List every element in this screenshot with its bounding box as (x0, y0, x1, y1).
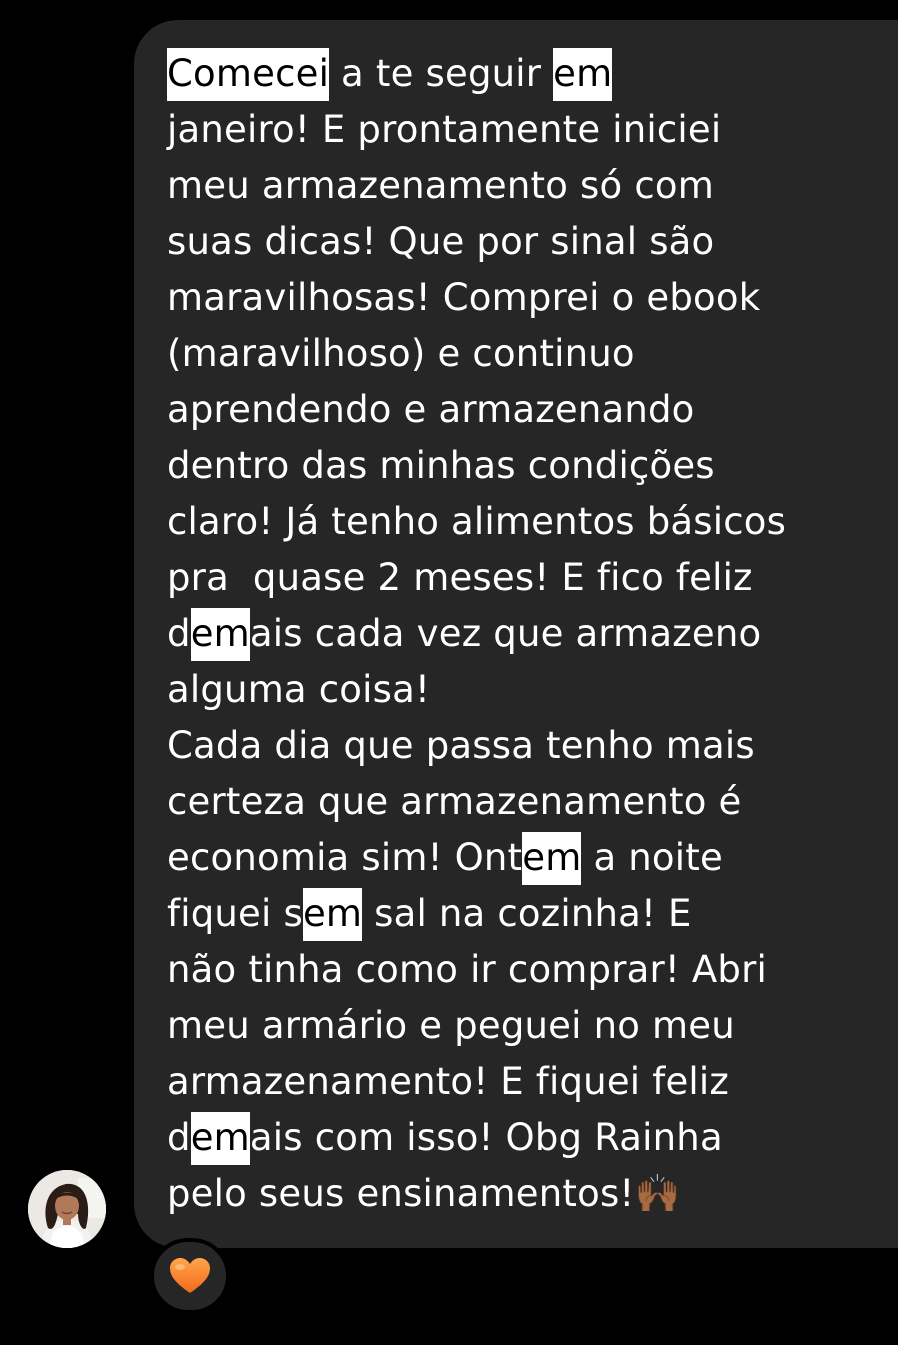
text-segment: aprendendo e armazenando (167, 388, 695, 431)
text-segment: fiquei s (167, 892, 303, 935)
text-segment: pra quase 2 meses! E fico feliz (167, 556, 753, 599)
message-line: demais com isso! Obg Rainha (167, 1110, 887, 1166)
message-line: suas dicas! Que por sinal são (167, 214, 887, 270)
text-segment: armazenamento! E fiquei feliz (167, 1060, 730, 1103)
text-segment: alguma coisa! (167, 668, 431, 711)
message-line: pelo seus ensinamentos!🙌🏾 (167, 1166, 887, 1222)
highlighted-text: Comecei (167, 48, 330, 101)
message-line: certeza que armazenamento é (167, 774, 887, 830)
message-text: Comecei a te seguir em janeiro! E prontam… (167, 46, 887, 1222)
text-segment: ais cada vez que armazeno (249, 612, 762, 655)
message-line: alguma coisa! (167, 662, 887, 718)
highlighted-text: em (302, 888, 363, 941)
text-segment: meu armário e peguei no meu (167, 1004, 735, 1047)
message-line: Comecei a te seguir em (167, 46, 887, 102)
message-line: meu armazenamento só com (167, 158, 887, 214)
text-segment: economia sim! Ont (167, 836, 523, 879)
text-segment: claro! Já tenho alimentos básicos (167, 500, 787, 543)
text-segment: dentro das minhas condições (167, 444, 715, 487)
message-line: pra quase 2 meses! E fico feliz (167, 550, 887, 606)
message-line: armazenamento! E fiquei feliz (167, 1054, 887, 1110)
text-segment: pelo seus ensinamentos!🙌🏾 (167, 1172, 681, 1215)
message-line: dentro das minhas condições (167, 438, 887, 494)
highlighted-text: em (553, 48, 613, 101)
message-line: economia sim! Ontem a noite (167, 830, 887, 886)
text-segment: d (167, 612, 191, 655)
message-line: (maravilhoso) e continuo (167, 326, 887, 382)
message-line: maravilhosas! Comprei o ebook (167, 270, 887, 326)
highlighted-text: em (190, 1112, 250, 1165)
text-segment: suas dicas! Que por sinal são (167, 220, 715, 263)
message-line: aprendendo e armazenando (167, 382, 887, 438)
text-segment: maravilhosas! Comprei o ebook (167, 276, 761, 319)
text-segment: meu armazenamento só com (167, 164, 714, 207)
text-segment: não tinha como ir comprar! Abri (167, 948, 768, 991)
text-segment: janeiro! E prontamente iniciei (167, 108, 722, 151)
sender-avatar[interactable] (28, 1170, 106, 1248)
message-line: demais cada vez que armazeno (167, 606, 887, 662)
text-segment: d (167, 1116, 191, 1159)
reaction-pill[interactable] (150, 1238, 230, 1314)
message-line: claro! Já tenho alimentos básicos (167, 494, 887, 550)
text-segment: Cada dia que passa tenho mais (167, 724, 755, 767)
profile-photo-icon (28, 1170, 106, 1248)
message-line: janeiro! E prontamente iniciei (167, 102, 887, 158)
message-line: Cada dia que passa tenho mais (167, 718, 887, 774)
message-line: meu armário e peguei no meu (167, 998, 887, 1054)
message-line: não tinha como ir comprar! Abri (167, 942, 887, 998)
highlighted-text: em (522, 832, 582, 885)
text-segment: a noite (581, 836, 723, 879)
text-segment: ais com isso! Obg Rainha (249, 1116, 723, 1159)
text-segment: sal na cozinha! E (362, 892, 692, 935)
message-line: fiquei sem sal na cozinha! E (167, 886, 887, 942)
orange-heart-icon (170, 1258, 210, 1293)
text-segment: (maravilhoso) e continuo (167, 332, 635, 375)
highlighted-text: em (190, 608, 250, 661)
text-segment: certeza que armazenamento é (167, 780, 742, 823)
text-segment: a te seguir (329, 52, 554, 95)
